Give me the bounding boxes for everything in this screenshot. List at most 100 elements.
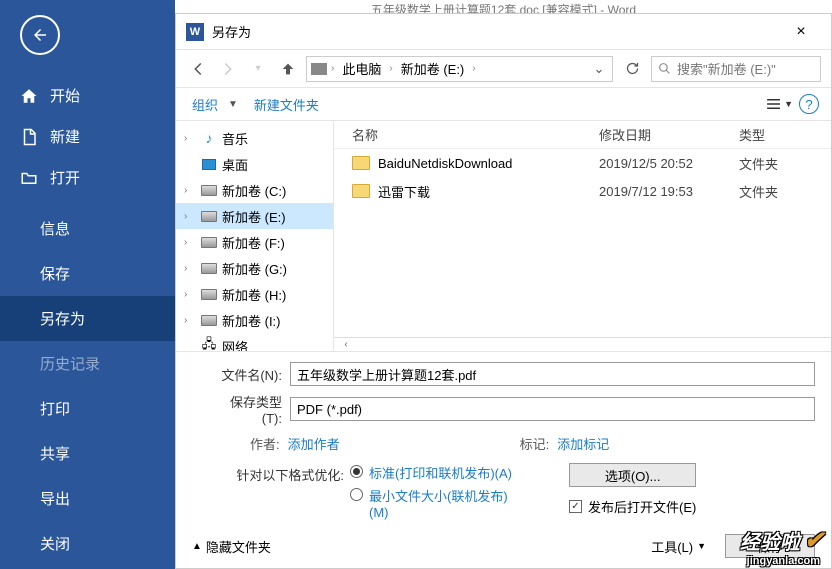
filename-input[interactable] (290, 362, 815, 386)
organize-button[interactable]: 组织 (188, 93, 222, 116)
tree-item-drive-f[interactable]: ›新加卷 (F:) (176, 229, 333, 255)
nav-forward-button[interactable] (216, 57, 240, 81)
chevron-down-icon: ▼ (697, 541, 706, 551)
drive-icon (201, 237, 217, 248)
new-folder-button[interactable]: 新建文件夹 (250, 93, 323, 116)
sidebar-label: 开始 (50, 85, 80, 106)
dialog-titlebar: W 另存为 × (176, 14, 831, 49)
help-button[interactable]: ? (799, 94, 819, 114)
nav-recent-button[interactable]: ▾ (246, 57, 270, 81)
header-name[interactable]: 名称 (334, 125, 599, 144)
chevron-up-icon: ▲ (192, 541, 202, 552)
file-list-area: 名称 修改日期 类型 BaiduNetdiskDownload 2019/12/… (334, 121, 831, 351)
arrow-up-icon (280, 61, 296, 77)
expand-icon[interactable]: › (184, 289, 196, 300)
tree-item-drive-g[interactable]: ›新加卷 (G:) (176, 255, 333, 281)
chevron-down-icon: ▼ (784, 99, 793, 109)
breadcrumb-drive[interactable]: 新加卷 (E:) (397, 59, 469, 78)
filename-label: 文件名(N): (216, 365, 282, 384)
open-after-checkbox[interactable]: ✓ 发布后打开文件(E) (569, 497, 696, 516)
search-icon (658, 62, 671, 75)
drive-icon (201, 185, 217, 196)
nav-back-button[interactable] (186, 57, 210, 81)
arrow-left-icon (189, 60, 207, 78)
expand-icon[interactable]: › (184, 185, 196, 196)
sidebar-new[interactable]: 新建 (0, 116, 175, 157)
drive-icon (201, 211, 217, 222)
header-date[interactable]: 修改日期 (599, 125, 739, 144)
dialog-close-button[interactable]: × (781, 23, 821, 41)
file-list-header: 名称 修改日期 类型 (334, 121, 831, 149)
author-label: 作者: (250, 434, 280, 453)
tree-item-desktop[interactable]: 桌面 (176, 151, 333, 177)
desktop-icon (202, 159, 216, 170)
dialog-toolbar: 组织 ▼ 新建文件夹 ▼ ? (176, 87, 831, 121)
arrow-right-icon (219, 60, 237, 78)
tree-item-drive-h[interactable]: ›新加卷 (H:) (176, 281, 333, 307)
nav-up-button[interactable] (276, 57, 300, 81)
file-row[interactable]: 迅雷下载 2019/7/12 19:53 文件夹 (334, 177, 831, 205)
tree-item-music[interactable]: ›♪音乐 (176, 125, 333, 151)
save-as-dialog: W 另存为 × ▾ › 此电脑 › 新加卷 (E:) › ⌄ 搜索"新 (175, 13, 832, 569)
add-author-link[interactable]: 添加作者 (288, 434, 340, 453)
sidebar-close[interactable]: 关闭 (0, 521, 175, 566)
dialog-body: ›♪音乐 桌面 ›新加卷 (C:) ›新加卷 (E:) ›新加卷 (F:) ›新… (176, 121, 831, 351)
options-button[interactable]: 选项(O)... (569, 463, 696, 487)
network-icon: 🖧 (200, 339, 218, 351)
expand-icon[interactable]: › (184, 263, 196, 274)
radio-standard[interactable]: 标准(打印和联机发布)(A) (350, 463, 519, 482)
open-folder-icon (20, 169, 38, 187)
sidebar-share[interactable]: 共享 (0, 431, 175, 476)
tree-item-network[interactable]: 🖧网络 (176, 333, 333, 351)
back-button[interactable] (20, 15, 60, 55)
expand-icon[interactable]: › (184, 211, 196, 222)
radio-icon (350, 488, 363, 501)
expand-icon[interactable]: › (184, 315, 196, 326)
horizontal-scrollbar[interactable]: ‹ (334, 337, 831, 351)
check-icon: ✔ (804, 526, 824, 555)
radio-icon (350, 465, 363, 478)
header-type[interactable]: 类型 (739, 125, 831, 144)
add-tag-link[interactable]: 添加标记 (557, 434, 609, 453)
address-dropdown-icon[interactable]: ⌄ (590, 61, 608, 77)
expand-icon[interactable]: › (184, 133, 196, 144)
scroll-left-icon[interactable]: ‹ (338, 339, 354, 350)
expand-icon[interactable]: › (184, 237, 196, 248)
folder-icon (352, 184, 370, 198)
tree-item-drive-e[interactable]: ›新加卷 (E:) (176, 203, 333, 229)
breadcrumb-pc[interactable]: 此电脑 (338, 59, 385, 78)
dialog-nav-bar: ▾ › 此电脑 › 新加卷 (E:) › ⌄ 搜索"新加卷 (E:)" (176, 49, 831, 87)
search-placeholder: 搜索"新加卷 (E:)" (677, 59, 776, 78)
sidebar-save[interactable]: 保存 (0, 251, 175, 296)
radio-minimum[interactable]: 最小文件大小(联机发布)(M) (350, 486, 519, 520)
address-bar[interactable]: › 此电脑 › 新加卷 (E:) › ⌄ (306, 56, 613, 82)
drive-icon (201, 315, 217, 326)
sidebar-export[interactable]: 导出 (0, 476, 175, 521)
search-input[interactable]: 搜索"新加卷 (E:)" (651, 56, 821, 82)
hide-folders-toggle[interactable]: ▲ 隐藏文件夹 (192, 537, 271, 556)
sidebar-history[interactable]: 历史记录 (0, 341, 175, 386)
filetype-label: 保存类型(T): (216, 392, 282, 426)
filetype-select[interactable] (290, 397, 815, 421)
breadcrumb-sep-icon: › (472, 63, 475, 74)
sidebar-home[interactable]: 开始 (0, 75, 175, 116)
breadcrumb-sep-icon: › (331, 63, 334, 74)
file-row[interactable]: BaiduNetdiskDownload 2019/12/5 20:52 文件夹 (334, 149, 831, 177)
view-mode-button[interactable]: ▼ (765, 92, 793, 116)
home-icon (20, 87, 38, 105)
word-backstage-sidebar: 开始 新建 打开 信息 保存 另存为 历史记录 打印 共享 导出 关闭 (0, 0, 175, 569)
optimize-label: 针对以下格式优化: (216, 463, 344, 484)
sidebar-open[interactable]: 打开 (0, 157, 175, 198)
tree-item-drive-c[interactable]: ›新加卷 (C:) (176, 177, 333, 203)
sidebar-info[interactable]: 信息 (0, 206, 175, 251)
tools-dropdown[interactable]: 工具(L) ▼ (642, 534, 715, 558)
tree-item-drive-i[interactable]: ›新加卷 (I:) (176, 307, 333, 333)
refresh-icon (625, 61, 640, 76)
dialog-footer: ▲ 隐藏文件夹 工具(L) ▼ 保存 (176, 528, 831, 568)
music-icon: ♪ (200, 131, 218, 145)
refresh-button[interactable] (619, 56, 645, 82)
sidebar-saveas[interactable]: 另存为 (0, 296, 175, 341)
sidebar-print[interactable]: 打印 (0, 386, 175, 431)
new-doc-icon (20, 128, 38, 146)
folder-icon (352, 156, 370, 170)
